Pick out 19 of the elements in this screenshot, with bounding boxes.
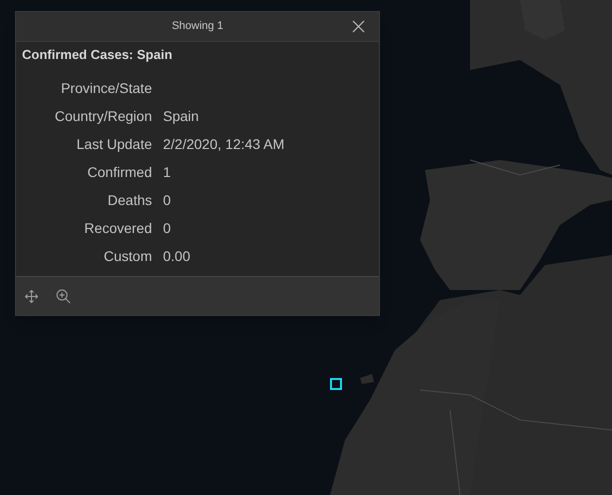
selection-marker [330, 378, 342, 390]
close-icon[interactable] [352, 20, 365, 33]
field-label: Deaths [106, 190, 152, 210]
field-label: Province/State [60, 78, 152, 98]
field-label: Last Update [76, 134, 152, 154]
field-label: Custom [102, 246, 152, 266]
field-label: Recovered [83, 218, 152, 238]
field-label: Country/Region [54, 106, 152, 126]
field-value: 1 [163, 162, 171, 182]
popup-header-title: Showing 1 [172, 19, 224, 34]
move-icon[interactable] [25, 290, 38, 302]
zoom-in-icon[interactable] [56, 288, 71, 304]
field-value: 2/2/2020, 12:43 AM [163, 134, 284, 154]
field-value: 0 [163, 190, 171, 210]
field-value: 0 [163, 218, 171, 238]
popup-title: Confirmed Cases: Spain [22, 46, 174, 64]
field-value: Spain [163, 106, 199, 126]
field-value: 0.00 [163, 246, 190, 266]
field-label: Confirmed [86, 162, 152, 182]
